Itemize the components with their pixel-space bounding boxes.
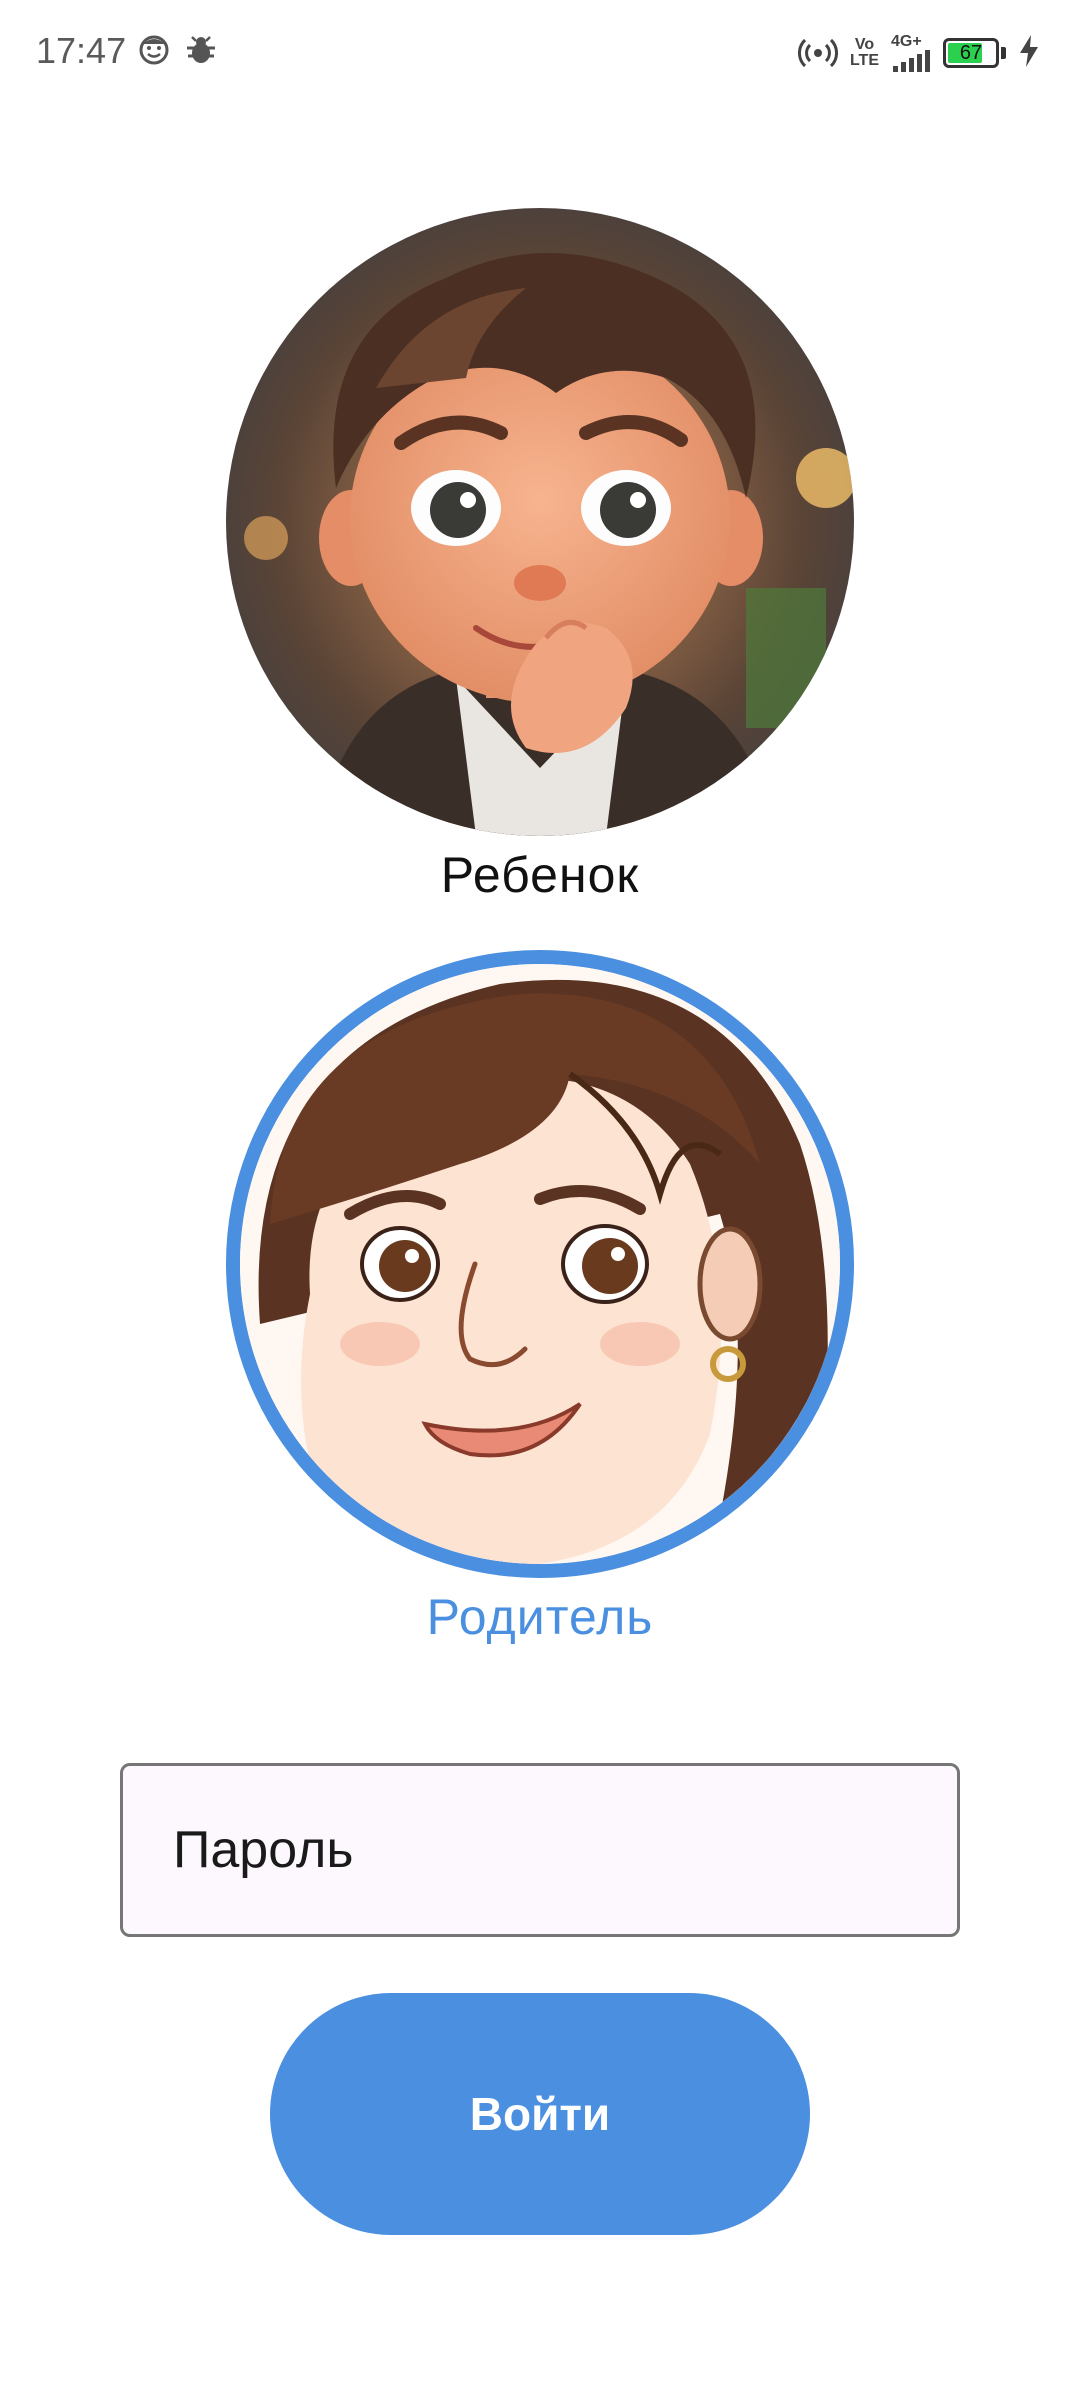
battery-icon: 67 (943, 38, 999, 68)
password-field[interactable] (120, 1763, 960, 1937)
battery-tip (1001, 47, 1006, 59)
login-screen: 17:47 Vo LTE 4G+ 67 Ребенок Родитель Вой… (0, 0, 1080, 2400)
profile-parent-label: Родитель (426, 1589, 654, 1645)
hotspot-icon (797, 31, 838, 76)
profile-parent[interactable]: Родитель (0, 950, 1080, 1646)
face-icon (138, 34, 170, 71)
status-bar: 17:47 Vo LTE 4G+ 67 (0, 0, 1080, 110)
signal-icon: 4G+ (891, 34, 931, 72)
login-button[interactable]: Войти (270, 1993, 810, 2235)
status-icons: Vo LTE 4G+ 67 (797, 30, 1040, 76)
volte-bottom-label: LTE (849, 52, 879, 69)
profile-child[interactable]: Ребенок (0, 208, 1080, 904)
network-gen-label: 4G+ (891, 33, 922, 50)
password-input[interactable] (171, 1819, 957, 1881)
charging-icon (1018, 34, 1040, 73)
volte-top-label: Vo (854, 36, 875, 53)
status-time: 17:47 (36, 30, 127, 71)
woman-avatar[interactable] (226, 950, 854, 1578)
boy-avatar[interactable] (226, 208, 854, 836)
profile-child-label: Ребенок (440, 847, 640, 903)
volte-icon: Vo LTE (850, 37, 879, 69)
battery-level: 67 (959, 41, 983, 64)
bug-icon (184, 34, 218, 73)
